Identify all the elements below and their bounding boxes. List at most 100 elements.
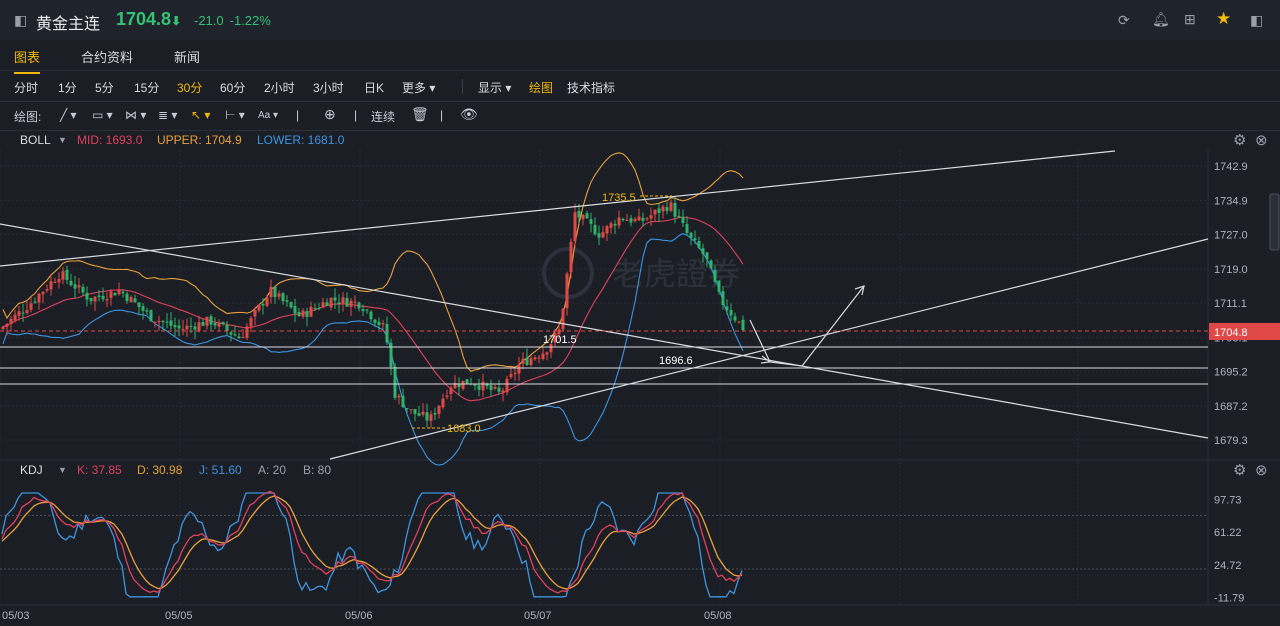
candle-body [705,252,709,260]
candle-body [81,286,85,293]
refresh-icon[interactable]: ⟳ [1118,12,1130,29]
candle-body [273,286,277,298]
candle-body [129,296,133,303]
candle-body [285,300,289,302]
candle-body [29,303,33,310]
path-tool-icon[interactable]: ⋈ ▾ [125,108,146,122]
low-label: 1683.0 [447,423,481,435]
date-tick: 05/08 [704,610,732,622]
candle-body [389,342,393,367]
candle-body [701,248,705,254]
candle-body [717,280,721,292]
draw-toggle[interactable]: 绘图 [529,79,553,96]
eye-icon[interactable]: 👁︎ [460,106,478,123]
drawing-label: 绘图: [14,110,42,124]
candle-body [17,311,21,316]
candle-body [73,284,77,289]
candle-body [721,291,725,306]
candle-body [445,395,449,397]
candle-body [725,306,729,311]
candle-body [37,293,41,303]
candle-body [585,213,589,219]
date-tick: 05/06 [345,610,373,622]
chevron-down-icon[interactable]: ▼ [58,465,67,475]
candle-body [241,337,245,339]
candle-body [197,322,201,331]
candle-body [361,309,365,312]
grid-icon[interactable]: ⊞ [1184,11,1196,28]
continuous-draw-button[interactable]: 连续 [371,108,395,125]
gear-icon[interactable]: ⚙ [1233,461,1246,479]
kdj-j-line [1,492,743,598]
candle-body [561,308,565,330]
interval-timeshare[interactable]: 分时 [14,79,38,96]
interval-bar: 分时 1分 5分 15分 30分 60分 2小时 3小时 日K 更多 ▾ 显示 … [0,71,1280,102]
candle-body [245,326,249,338]
candle-body [677,215,681,218]
price-tick: 1687.2 [1214,401,1248,413]
tech-indicators-button[interactable]: 技术指标 [567,79,615,96]
candle-body [593,224,597,235]
candle-body [209,316,213,325]
interval-2h[interactable]: 2小时 [264,79,295,96]
arrow-tool-icon[interactable]: ↖ ▾ [191,108,210,122]
tab-chart[interactable]: 图表 [14,47,41,74]
candle-body [377,321,381,326]
interval-30m[interactable]: 30分 [177,79,202,96]
candle-body [489,385,493,390]
candle-body [637,216,641,221]
candle-body [713,270,717,282]
close-icon[interactable]: ⊗ [1255,131,1268,149]
measure-tool-icon[interactable]: ⊢ ▾ [225,108,245,122]
boll-name[interactable]: BOLL [20,133,51,147]
chevron-down-icon[interactable]: ▼ [58,135,67,145]
rect-tool-icon[interactable]: ▭ ▾ [92,108,113,122]
candle-body [397,395,401,398]
line-tool-icon[interactable]: ╱ ▾ [60,108,77,122]
candle-body [649,215,653,219]
star-icon[interactable]: ★ [1216,9,1231,29]
candle-body [341,297,345,303]
candle-body [653,209,657,215]
instrument-title: 黄金主连 [36,16,101,33]
interval-1m[interactable]: 1分 [58,79,77,96]
zoom-icon[interactable]: ⊕ [324,106,336,123]
sidebar-toggle-icon[interactable]: ◧ [14,12,27,29]
interval-daily[interactable]: 日K [364,79,384,96]
candle-body [413,409,417,414]
candle-body [181,329,185,331]
kdj-panel: 97.73 61.22 24.72 -11.79 [0,490,1244,605]
candle-body [345,298,349,307]
interval-15m[interactable]: 15分 [134,79,159,96]
text-tool-icon[interactable]: Aa ▾ [258,110,278,121]
interval-5m[interactable]: 5分 [95,79,114,96]
interval-more[interactable]: 更多 ▾ [402,79,435,96]
display-menu[interactable]: 显示 ▾ [478,79,511,96]
price-tick: 1719.0 [1214,264,1248,276]
divider: | [354,108,358,122]
divider [462,79,463,94]
tab-news[interactable]: 新闻 [174,47,200,66]
candle-body [645,218,649,220]
candle-body [521,358,525,364]
interval-60m[interactable]: 60分 [220,79,245,96]
candle-body [41,291,45,295]
candle-body [49,281,53,290]
candle-body [433,413,437,415]
candle-body [685,224,689,233]
candle-body [369,311,373,320]
gear-icon[interactable]: ⚙ [1233,131,1246,149]
tab-contract-info[interactable]: 合约资料 [81,47,133,66]
candle-body [533,357,537,360]
fullscreen-icon[interactable]: ◧ [1250,12,1263,29]
close-icon[interactable]: ⊗ [1255,461,1268,479]
fib-tool-icon[interactable]: ≣ ▾ [158,108,177,122]
candle-body [333,297,337,301]
interval-3h[interactable]: 3小时 [313,79,344,96]
bell-icon[interactable]: 🔔︎ [1152,11,1170,28]
kdj-tick: -11.79 [1214,593,1244,605]
candle-body [577,210,581,218]
trash-icon[interactable]: 🗑︎ [411,106,429,123]
kdj-name[interactable]: KDJ [20,463,43,477]
candle-body [589,219,593,224]
